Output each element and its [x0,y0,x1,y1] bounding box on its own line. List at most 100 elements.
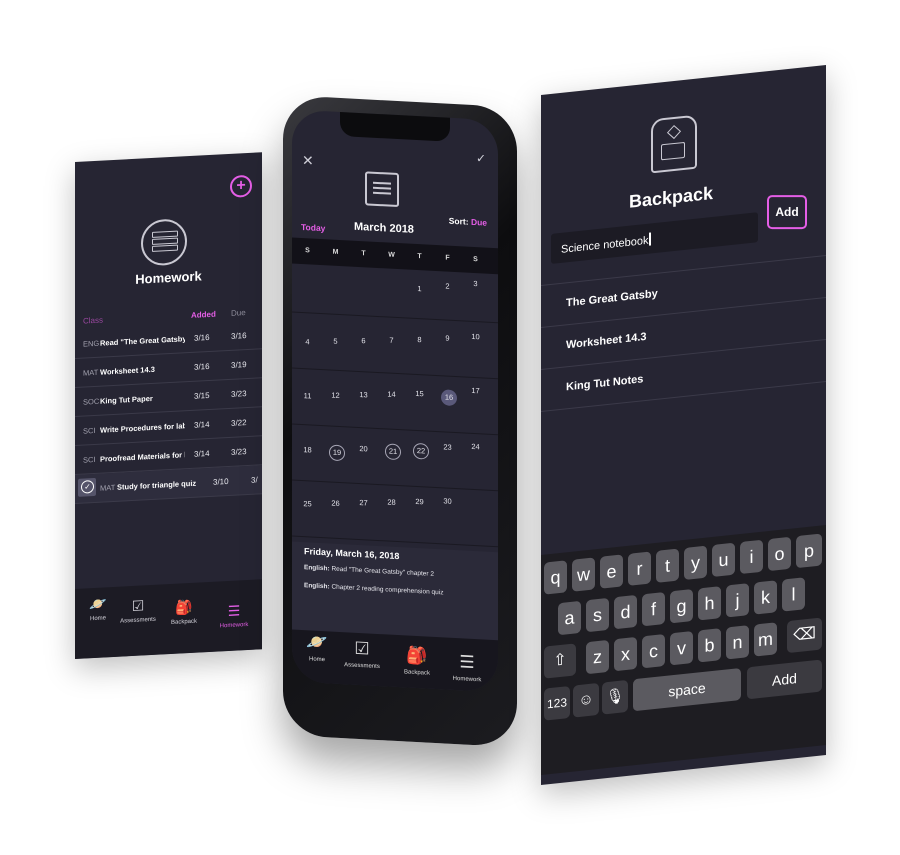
calendar-day[interactable]: 28 [379,497,404,507]
check-square-icon: ☑ [354,638,370,659]
nav-label: Homework [219,621,249,630]
key[interactable]: r [628,551,651,586]
backpack-icon: 🎒 [175,598,193,616]
close-icon[interactable]: ✕ [302,152,314,170]
key[interactable]: i [740,539,763,575]
key[interactable]: o [768,536,791,572]
calendar-day[interactable]: 15 [407,388,432,398]
row-due: 3/ [251,475,258,485]
backspace-key[interactable]: ⌫ [787,617,822,654]
key[interactable]: x [614,636,637,672]
key[interactable]: w [572,557,595,592]
key[interactable]: b [698,628,721,663]
calendar-day[interactable]: 11 [295,391,320,401]
key[interactable]: d [614,594,637,630]
calendar-day[interactable]: 27 [351,498,376,508]
numbers-key[interactable]: 123 [544,685,570,721]
calendar-day[interactable]: 9 [435,333,460,343]
calendar-day[interactable]: 24 [463,441,488,451]
nav-assessments[interactable]: ☑ Assessments [115,596,161,624]
calendar-day[interactable]: 30 [435,496,460,506]
add-button[interactable]: Add [767,195,807,230]
key[interactable]: z [586,639,609,675]
column-added[interactable]: Added [191,310,216,320]
key[interactable]: y [684,545,707,580]
row-added: 3/16 [194,361,210,372]
key[interactable]: v [670,631,693,666]
calendar-day[interactable]: 29 [407,496,432,506]
space-key[interactable]: space [633,667,741,712]
month-title: March 2018 [354,220,414,236]
sort-control[interactable]: Sort: Due [449,216,487,228]
key[interactable]: t [656,548,679,583]
calendar-day[interactable]: 26 [323,498,348,508]
calendar-day[interactable]: 5 [323,336,348,346]
nav-backpack[interactable]: 🎒 Backpack [161,598,207,626]
detail-item[interactable]: English: Chapter 2 reading comprehension… [304,582,443,596]
shift-key[interactable]: ⇧ [544,643,576,679]
detail-subject: English: [304,582,330,591]
emoji-icon[interactable]: ☺ [573,682,599,718]
check-icon[interactable]: ✓ [476,151,486,166]
calendar-day[interactable]: 18 [295,445,320,455]
nav-backpack[interactable]: 🎒 Backpack [392,645,442,678]
calendar-day-with-task[interactable]: 22 [413,442,429,460]
calendar-day[interactable]: 1 [407,283,432,293]
nav-assessments[interactable]: ☑ Assessments [337,638,387,671]
complete-checkbox[interactable]: ✓ [78,477,96,497]
detail-item[interactable]: English: Read "The Great Gatsby" chapter… [304,564,434,578]
column-class[interactable]: Class [83,316,103,326]
calendar-day[interactable]: 23 [435,442,460,452]
row-due: 3/22 [231,418,247,428]
homework-screen: + Homework Class Added Due ENG Read "The… [75,152,262,659]
calendar-day[interactable]: 12 [323,390,348,400]
item-input[interactable]: Science notebook [551,212,758,264]
key[interactable]: j [726,583,749,618]
calendar-day[interactable]: 17 [463,385,488,395]
books-icon: ☰ [459,652,475,673]
nav-home[interactable]: 🪐 Home [292,631,342,664]
calendar-screen: ✕ ✓ Today March 2018 Sort: Due S M T W T… [292,109,498,693]
calendar-day-selected[interactable]: 16 [441,389,457,407]
key[interactable]: g [670,589,693,624]
calendar-day[interactable]: 4 [295,337,320,347]
key[interactable]: n [726,625,749,660]
key[interactable]: q [544,560,567,595]
microphone-icon[interactable]: 🎙 [602,679,628,715]
calendar-day[interactable]: 2 [435,281,460,291]
nav-label: Homework [452,675,482,684]
key[interactable]: k [754,580,777,615]
weekday-label: F [445,254,450,262]
calendar-day[interactable]: 20 [351,444,376,454]
today-button[interactable]: Today [301,222,325,233]
row-due: 3/23 [231,389,247,399]
books-icon [141,218,187,267]
calendar-day[interactable]: 10 [463,331,488,341]
calendar-day-with-task[interactable]: 19 [329,444,345,462]
calendar-day[interactable]: 13 [351,390,376,400]
phone-frame: ✕ ✓ Today March 2018 Sort: Due S M T W T… [283,95,517,748]
calendar-day[interactable]: 7 [379,335,404,345]
key[interactable]: s [586,597,609,633]
return-key[interactable]: Add [747,659,822,700]
calendar-day-with-task[interactable]: 21 [385,443,401,461]
key[interactable]: e [600,554,623,589]
calendar-day[interactable]: 8 [407,334,432,344]
key[interactable]: l [782,577,805,612]
row-class: SCI [83,425,96,436]
nav-homework[interactable]: ☰ Homework [211,601,257,629]
key[interactable]: a [558,600,581,636]
calendar-day[interactable]: 3 [463,278,488,288]
column-due[interactable]: Due [231,308,246,318]
key[interactable]: h [698,586,721,621]
calendar-day[interactable]: 6 [351,336,376,346]
add-homework-button[interactable]: + [230,174,252,198]
key[interactable]: c [642,633,665,669]
key[interactable]: m [754,622,777,657]
key[interactable]: u [712,542,735,578]
key[interactable]: f [642,591,665,627]
key[interactable]: p [796,533,822,569]
calendar-day[interactable]: 25 [295,499,320,509]
nav-homework[interactable]: ☰ Homework [442,651,492,684]
calendar-day[interactable]: 14 [379,389,404,399]
